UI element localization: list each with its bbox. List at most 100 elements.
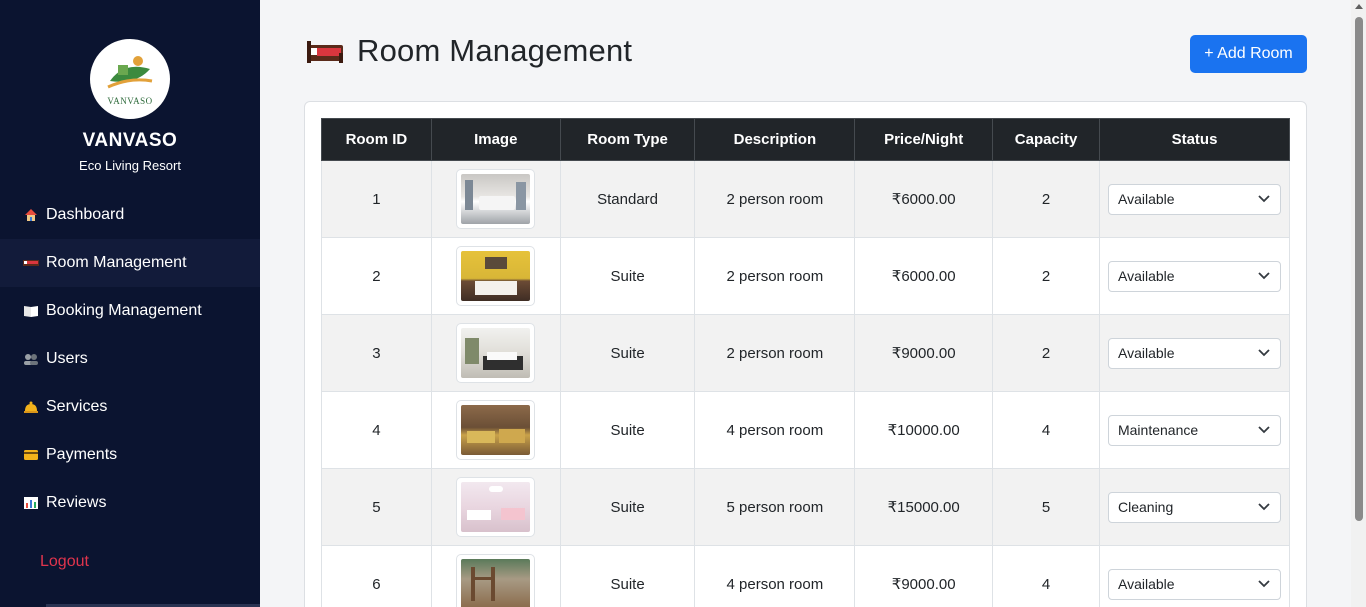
room-price: ₹6000.00 <box>854 160 994 238</box>
room-image[interactable] <box>456 477 536 537</box>
status-select[interactable]: Available <box>1107 260 1281 292</box>
status-select-value: Cleaning <box>1117 499 1174 515</box>
status-select[interactable]: Cleaning <box>1107 491 1281 523</box>
room-id: 4 <box>321 391 432 469</box>
room-capacity: 4 <box>992 545 1100 607</box>
rooms-card: Room ID Image Room Type Description Pric… <box>304 101 1307 607</box>
room-type: Standard <box>559 160 696 238</box>
users-icon <box>22 350 40 368</box>
room-description: 2 person room <box>694 237 856 315</box>
room-image[interactable] <box>456 400 536 460</box>
room-capacity: 4 <box>992 391 1100 469</box>
room-capacity: 5 <box>992 468 1100 546</box>
room-id: 1 <box>321 160 432 238</box>
credit-card-icon <box>22 446 40 464</box>
status-select-value: Maintenance <box>1117 422 1199 438</box>
room-capacity: 2 <box>992 160 1100 238</box>
room-description: 4 person room <box>694 545 856 607</box>
sidebar-item-label: Booking Management <box>46 302 202 319</box>
table-row: 3 Suite 2 person room ₹9000.00 2 Availab… <box>321 314 1291 392</box>
sidebar-item-label: Payments <box>46 446 118 463</box>
sidebar-item-label: Reviews <box>46 494 107 511</box>
sidebar: VANVASO VANVASO Eco Living Resort Dashbo… <box>0 0 260 607</box>
column-header[interactable]: Price/Night <box>854 118 994 161</box>
room-id: 3 <box>321 314 432 392</box>
rooms-table: Room ID Image Room Type Description Pric… <box>321 118 1291 607</box>
column-header[interactable]: Description <box>694 118 856 161</box>
page-header: Room Management <box>305 33 632 69</box>
table-row: 2 Suite 2 person room ₹6000.00 2 Availab… <box>321 237 1291 315</box>
sidebar-item-reviews[interactable]: Reviews <box>0 479 260 527</box>
room-type: Suite <box>559 545 696 607</box>
column-header[interactable]: Room Type <box>559 118 696 161</box>
sidebar-nav: Dashboard Room Management Booking Manage… <box>0 191 260 527</box>
status-select-value: Available <box>1117 576 1175 592</box>
room-id: 6 <box>321 545 432 607</box>
room-type: Suite <box>559 237 696 315</box>
status-select[interactable]: Available <box>1107 337 1281 369</box>
table-row: 5 Suite 5 person room ₹15000.00 5 Cleani… <box>321 468 1291 546</box>
status-select[interactable]: Available <box>1107 183 1281 215</box>
bell-icon <box>22 398 40 416</box>
table-row: 6 Suite 4 person room ₹9000.00 4 Availab… <box>321 545 1291 607</box>
book-icon <box>22 302 40 320</box>
status-select-value: Available <box>1117 268 1175 284</box>
bed-icon <box>22 254 40 272</box>
room-description: 2 person room <box>694 160 856 238</box>
sidebar-item-payments[interactable]: Payments <box>0 431 260 479</box>
room-description: 4 person room <box>694 391 856 469</box>
column-header[interactable]: Status <box>1098 118 1291 161</box>
room-price: ₹9000.00 <box>854 545 994 607</box>
chevron-down-icon <box>1258 580 1270 588</box>
sidebar-item-services[interactable]: Services <box>0 383 260 431</box>
room-image[interactable] <box>456 323 536 383</box>
brand: VANVASO VANVASO Eco Living Resort <box>0 0 260 173</box>
chevron-down-icon <box>1258 503 1270 511</box>
sidebar-item-label: Room Management <box>46 254 187 271</box>
chevron-down-icon <box>1258 349 1270 357</box>
room-description: 5 person room <box>694 468 856 546</box>
room-capacity: 2 <box>992 314 1100 392</box>
table-header-row: Room ID Image Room Type Description Pric… <box>321 118 1291 161</box>
scrollbar-thumb[interactable] <box>1355 17 1363 521</box>
room-price: ₹9000.00 <box>854 314 994 392</box>
house-icon <box>22 206 40 224</box>
status-select[interactable]: Available <box>1107 568 1281 600</box>
status-select[interactable]: Maintenance <box>1107 414 1281 446</box>
room-image[interactable] <box>456 554 536 607</box>
sidebar-item-booking-management[interactable]: Booking Management <box>0 287 260 335</box>
chevron-down-icon <box>1258 272 1270 280</box>
scroll-up-arrow-icon[interactable] <box>1355 4 1363 9</box>
room-image[interactable] <box>456 169 536 229</box>
chevron-down-icon <box>1258 195 1270 203</box>
room-capacity: 2 <box>992 237 1100 315</box>
bar-chart-icon <box>22 494 40 512</box>
column-header[interactable]: Room ID <box>321 118 432 161</box>
bed-icon <box>307 41 343 63</box>
sidebar-item-users[interactable]: Users <box>0 335 260 383</box>
status-select-value: Available <box>1117 345 1175 361</box>
room-price: ₹10000.00 <box>854 391 994 469</box>
brand-name: VANVASO <box>82 130 178 151</box>
column-header[interactable]: Image <box>430 118 561 161</box>
room-description: 2 person room <box>694 314 856 392</box>
room-type: Suite <box>559 391 696 469</box>
table-row: 1 Standard 2 person room ₹6000.00 2 Avai… <box>321 160 1291 238</box>
leaf-icon <box>107 56 153 89</box>
page-scrollbar[interactable] <box>1351 0 1366 607</box>
table-row: 4 Suite 4 person room ₹10000.00 4 Mainte… <box>321 391 1291 469</box>
room-price: ₹6000.00 <box>854 237 994 315</box>
brand-logo-text: VANVASO <box>107 96 153 106</box>
sidebar-item-label: Users <box>46 350 88 367</box>
add-room-button[interactable]: + Add Room <box>1190 35 1307 73</box>
page-title: Room Management <box>357 33 633 68</box>
sidebar-item-room-management[interactable]: Room Management <box>0 239 260 287</box>
chevron-down-icon <box>1258 426 1270 434</box>
column-header[interactable]: Capacity <box>992 118 1100 161</box>
status-select-value: Available <box>1117 191 1175 207</box>
room-image[interactable] <box>456 246 536 306</box>
logout-link[interactable]: Logout <box>40 553 89 571</box>
brand-logo: VANVASO <box>90 39 170 119</box>
sidebar-item-dashboard[interactable]: Dashboard <box>0 191 260 239</box>
room-type: Suite <box>559 314 696 392</box>
